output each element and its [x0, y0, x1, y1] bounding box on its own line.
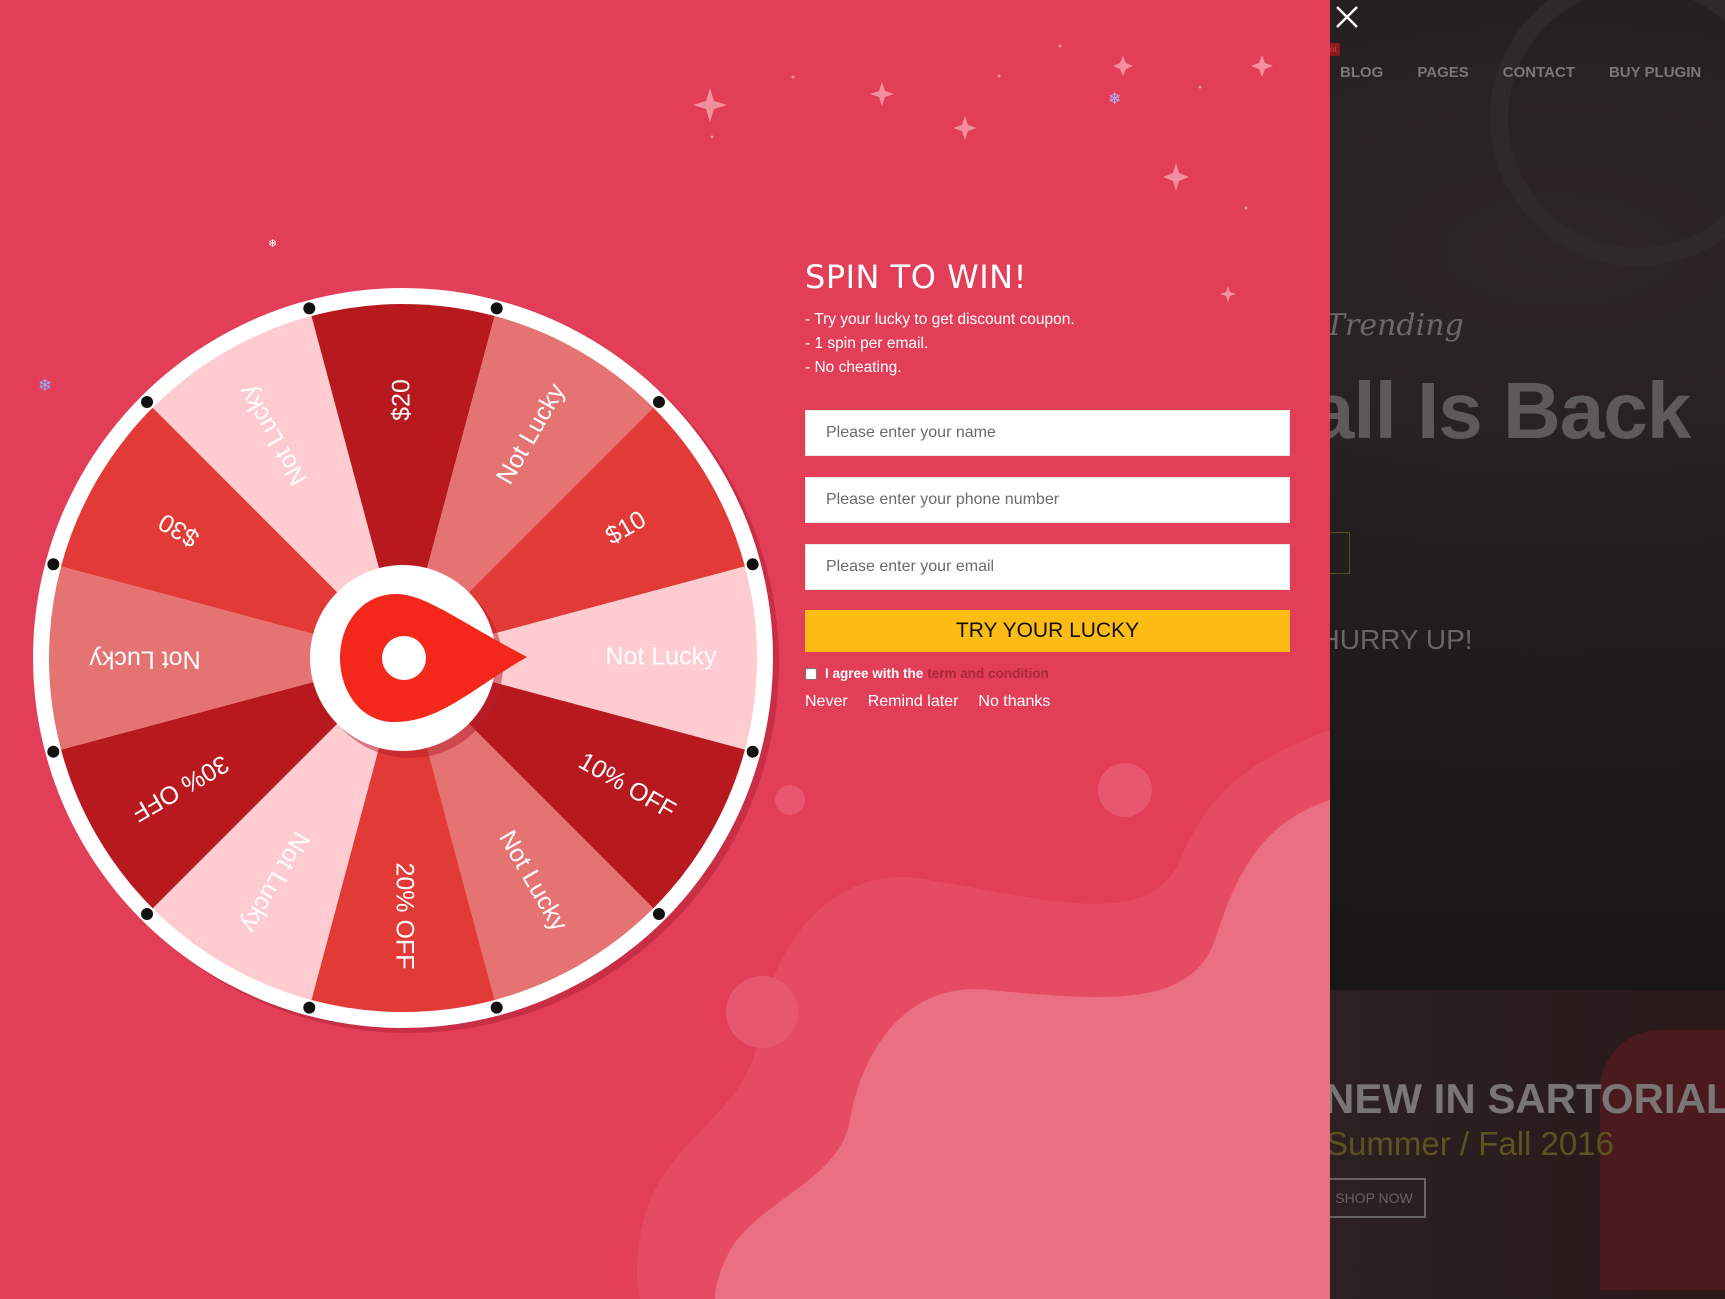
- wheel-segment-label: 20% OFF: [390, 863, 418, 970]
- sparkle-star-icon: [1163, 163, 1189, 191]
- prize-wheel[interactable]: $20 Not Lucky$10Not Lucky10% OFFNot Lucky…: [0, 0, 800, 1100]
- nav-item-buy-plugin[interactable]: BUY PLUGIN: [1609, 64, 1701, 81]
- wheel-segment-label: Not Lucky: [605, 643, 717, 671]
- nav-item-pages[interactable]: PAGES: [1417, 64, 1468, 81]
- sparkle-dot: [1198, 85, 1202, 89]
- headphones-image: [1490, 0, 1725, 266]
- hero-kicker: Trending: [1325, 308, 1464, 343]
- wheel-stud: [303, 1001, 316, 1014]
- sparkle-dot: [1058, 44, 1062, 48]
- nav-item-contact[interactable]: CONTACT: [1503, 64, 1575, 81]
- wheel-stud: [47, 745, 60, 758]
- site-nav: BLOG PAGES CONTACT BUY PLUGIN: [1340, 64, 1701, 81]
- snowflake-icon: ❄: [1108, 89, 1121, 108]
- banner-title: NEW IN SARTORIAL: [1324, 1075, 1725, 1122]
- wheel-stud: [652, 907, 665, 920]
- agree-label: I agree with the: [825, 666, 924, 681]
- sparkle-star-icon: [870, 82, 894, 106]
- popup-title: SPIN TO WIN!: [805, 258, 1027, 296]
- wheel-stud: [141, 396, 154, 409]
- banner-subtitle: Summer / Fall 2016: [1326, 1125, 1614, 1162]
- spin-wheel-popup: ❄ ❄ ❄ $20 Not Lucky $10 Not Lucky 10% OFF Not…: [0, 0, 1330, 1299]
- never-link[interactable]: Never: [805, 693, 848, 711]
- try-your-lucky-button[interactable]: TRY YOUR LUCKY: [805, 610, 1290, 652]
- rule-line: - 1 spin per email.: [805, 335, 929, 352]
- email-input[interactable]: [805, 544, 1290, 590]
- shop-now-button[interactable]: SHOP NOW: [1322, 1178, 1426, 1218]
- wheel-stud: [746, 745, 759, 758]
- wheel-stud: [303, 302, 316, 315]
- bubble: [1098, 763, 1152, 817]
- close-icon[interactable]: [1332, 2, 1362, 32]
- agree-row: I agree with the term and condition: [805, 666, 1290, 681]
- wheel-segment-label: $20: [388, 379, 416, 421]
- sparkle-star-icon: [953, 116, 977, 140]
- term-condition-link[interactable]: term and condition: [927, 666, 1049, 681]
- nav-item-blog[interactable]: BLOG: [1340, 64, 1383, 81]
- no-thanks-link[interactable]: No thanks: [978, 693, 1050, 711]
- rule-line: - Try your lucky to get discount coupon.: [805, 311, 1075, 328]
- sparkle-star-icon: [1251, 55, 1273, 77]
- remind-later-link[interactable]: Remind later: [868, 693, 959, 711]
- wheel-stud: [141, 907, 154, 920]
- spin-form: SPIN TO WIN! - Try your lucky to get dis…: [805, 258, 1290, 711]
- pointer-center: [382, 636, 426, 680]
- rule-line: - No cheating.: [805, 359, 902, 376]
- wheel-segment-label: Not Lucky: [89, 645, 201, 673]
- dismiss-links: Never Remind later No thanks: [805, 693, 1290, 711]
- wheel-stud: [490, 1001, 503, 1014]
- banner-image: [1600, 1030, 1725, 1290]
- name-input[interactable]: [805, 410, 1290, 456]
- wheel-stud: [490, 302, 503, 315]
- sparkle-dot: [1244, 206, 1248, 210]
- phone-input[interactable]: [805, 477, 1290, 523]
- sparkle-dot: [997, 74, 1001, 78]
- agree-checkbox[interactable]: [805, 667, 817, 680]
- wheel-stud: [746, 558, 759, 571]
- wheel-stud: [652, 396, 665, 409]
- sparkle-star-icon: [1113, 56, 1133, 76]
- wheel-stud: [47, 558, 60, 571]
